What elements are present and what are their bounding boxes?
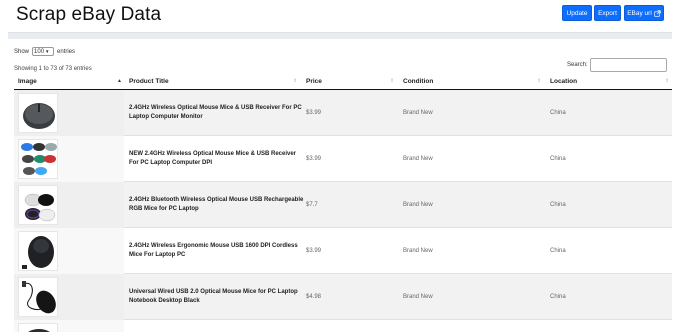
product-condition: Brand New (403, 202, 433, 208)
sort-ascending-icon: ▲ (117, 78, 122, 84)
product-image (18, 185, 58, 225)
product-price: $3.99 (306, 110, 322, 116)
product-image (18, 139, 58, 179)
mouse-image-icon (28, 329, 50, 332)
entries-select[interactable]: 100 ▼ (32, 47, 55, 56)
product-condition: Brand New (403, 248, 433, 254)
product-price: $3.99 (306, 156, 322, 162)
showing-info: Showing 1 to 73 of 73 entries (14, 66, 92, 72)
mouse-image-icon (21, 143, 57, 175)
search-input[interactable] (590, 58, 667, 72)
mouse-image-icon (24, 193, 56, 222)
product-image (18, 93, 58, 133)
update-button[interactable]: Update (562, 5, 592, 21)
column-header-condition[interactable]: Condition (403, 78, 433, 85)
sort-icon: ⇕ (665, 78, 670, 84)
table-row[interactable] (14, 320, 672, 332)
product-title: 2.4GHz Wireless Ergonomic Mouse USB 1600… (129, 243, 298, 258)
product-image (18, 231, 58, 271)
image-cell (14, 228, 124, 274)
mouse-image-icon (23, 103, 55, 129)
external-link-icon (654, 9, 661, 17)
product-image (18, 323, 58, 332)
chevron-down-icon: ▼ (45, 49, 50, 54)
product-title: NEW 2.4GHz Wireless Optical Mouse Mice &… (129, 151, 297, 166)
product-location: China (550, 248, 566, 254)
entries-select-value: 100 (34, 48, 45, 55)
search-label: Search: (567, 62, 588, 68)
product-title: Universal Wired USB 2.0 Optical Mouse Mi… (129, 289, 298, 304)
product-title: 2.4GHz Wireless Optical Mouse Mice & USB… (129, 105, 302, 120)
ebay-url-button[interactable]: EBay url (624, 5, 664, 21)
mouse-image-icon (22, 236, 54, 269)
page-title: Scrap eBay Data (16, 4, 162, 25)
export-button[interactable]: Export (594, 5, 621, 21)
table-row[interactable]: Universal Wired USB 2.0 Optical Mouse Mi… (14, 274, 672, 320)
sort-icon: ⇕ (293, 78, 298, 84)
image-cell (14, 320, 124, 332)
sort-icon: ⇕ (537, 78, 542, 84)
product-condition: Brand New (403, 156, 433, 162)
product-price: $7.7 (306, 202, 318, 208)
column-header-image[interactable]: Image (18, 78, 37, 85)
page-header: Scrap eBay Data Update Export EBay url (0, 0, 680, 36)
product-condition: Brand New (403, 294, 433, 300)
product-price: $4.98 (306, 294, 322, 300)
table-row[interactable]: 2.4GHz Wireless Ergonomic Mouse USB 1600… (14, 228, 672, 274)
entries-length-control: Show 100 ▼ entries (14, 47, 75, 56)
product-image (18, 277, 58, 317)
column-header-location[interactable]: Location (550, 78, 577, 85)
image-cell (14, 90, 124, 136)
show-label: Show (14, 48, 30, 55)
sort-icon: ⇕ (390, 78, 395, 84)
product-location: China (550, 202, 566, 208)
image-cell (14, 182, 124, 228)
image-cell (14, 136, 124, 182)
column-header-price[interactable]: Price (306, 78, 322, 85)
product-location: China (550, 294, 566, 300)
entries-label: entries (57, 48, 76, 55)
mouse-image-icon (22, 281, 56, 314)
product-location: China (550, 156, 566, 162)
table-row[interactable]: 2.4GHz Bluetooth Wireless Optical Mouse … (14, 182, 672, 228)
column-header-product-title[interactable]: Product Title (129, 78, 169, 85)
ebay-url-label: EBay url (627, 9, 652, 17)
image-cell (14, 274, 124, 320)
table-header: Image ▲ Product Title ⇕ Price ⇕ Conditio… (14, 74, 672, 90)
table-row[interactable]: 2.4GHz Wireless Optical Mouse Mice & USB… (14, 90, 672, 136)
product-price: $3.99 (306, 248, 322, 254)
table-row[interactable]: NEW 2.4GHz Wireless Optical Mouse Mice &… (14, 136, 672, 182)
product-title: 2.4GHz Bluetooth Wireless Optical Mouse … (129, 197, 304, 212)
product-location: China (550, 110, 566, 116)
product-condition: Brand New (403, 110, 433, 116)
